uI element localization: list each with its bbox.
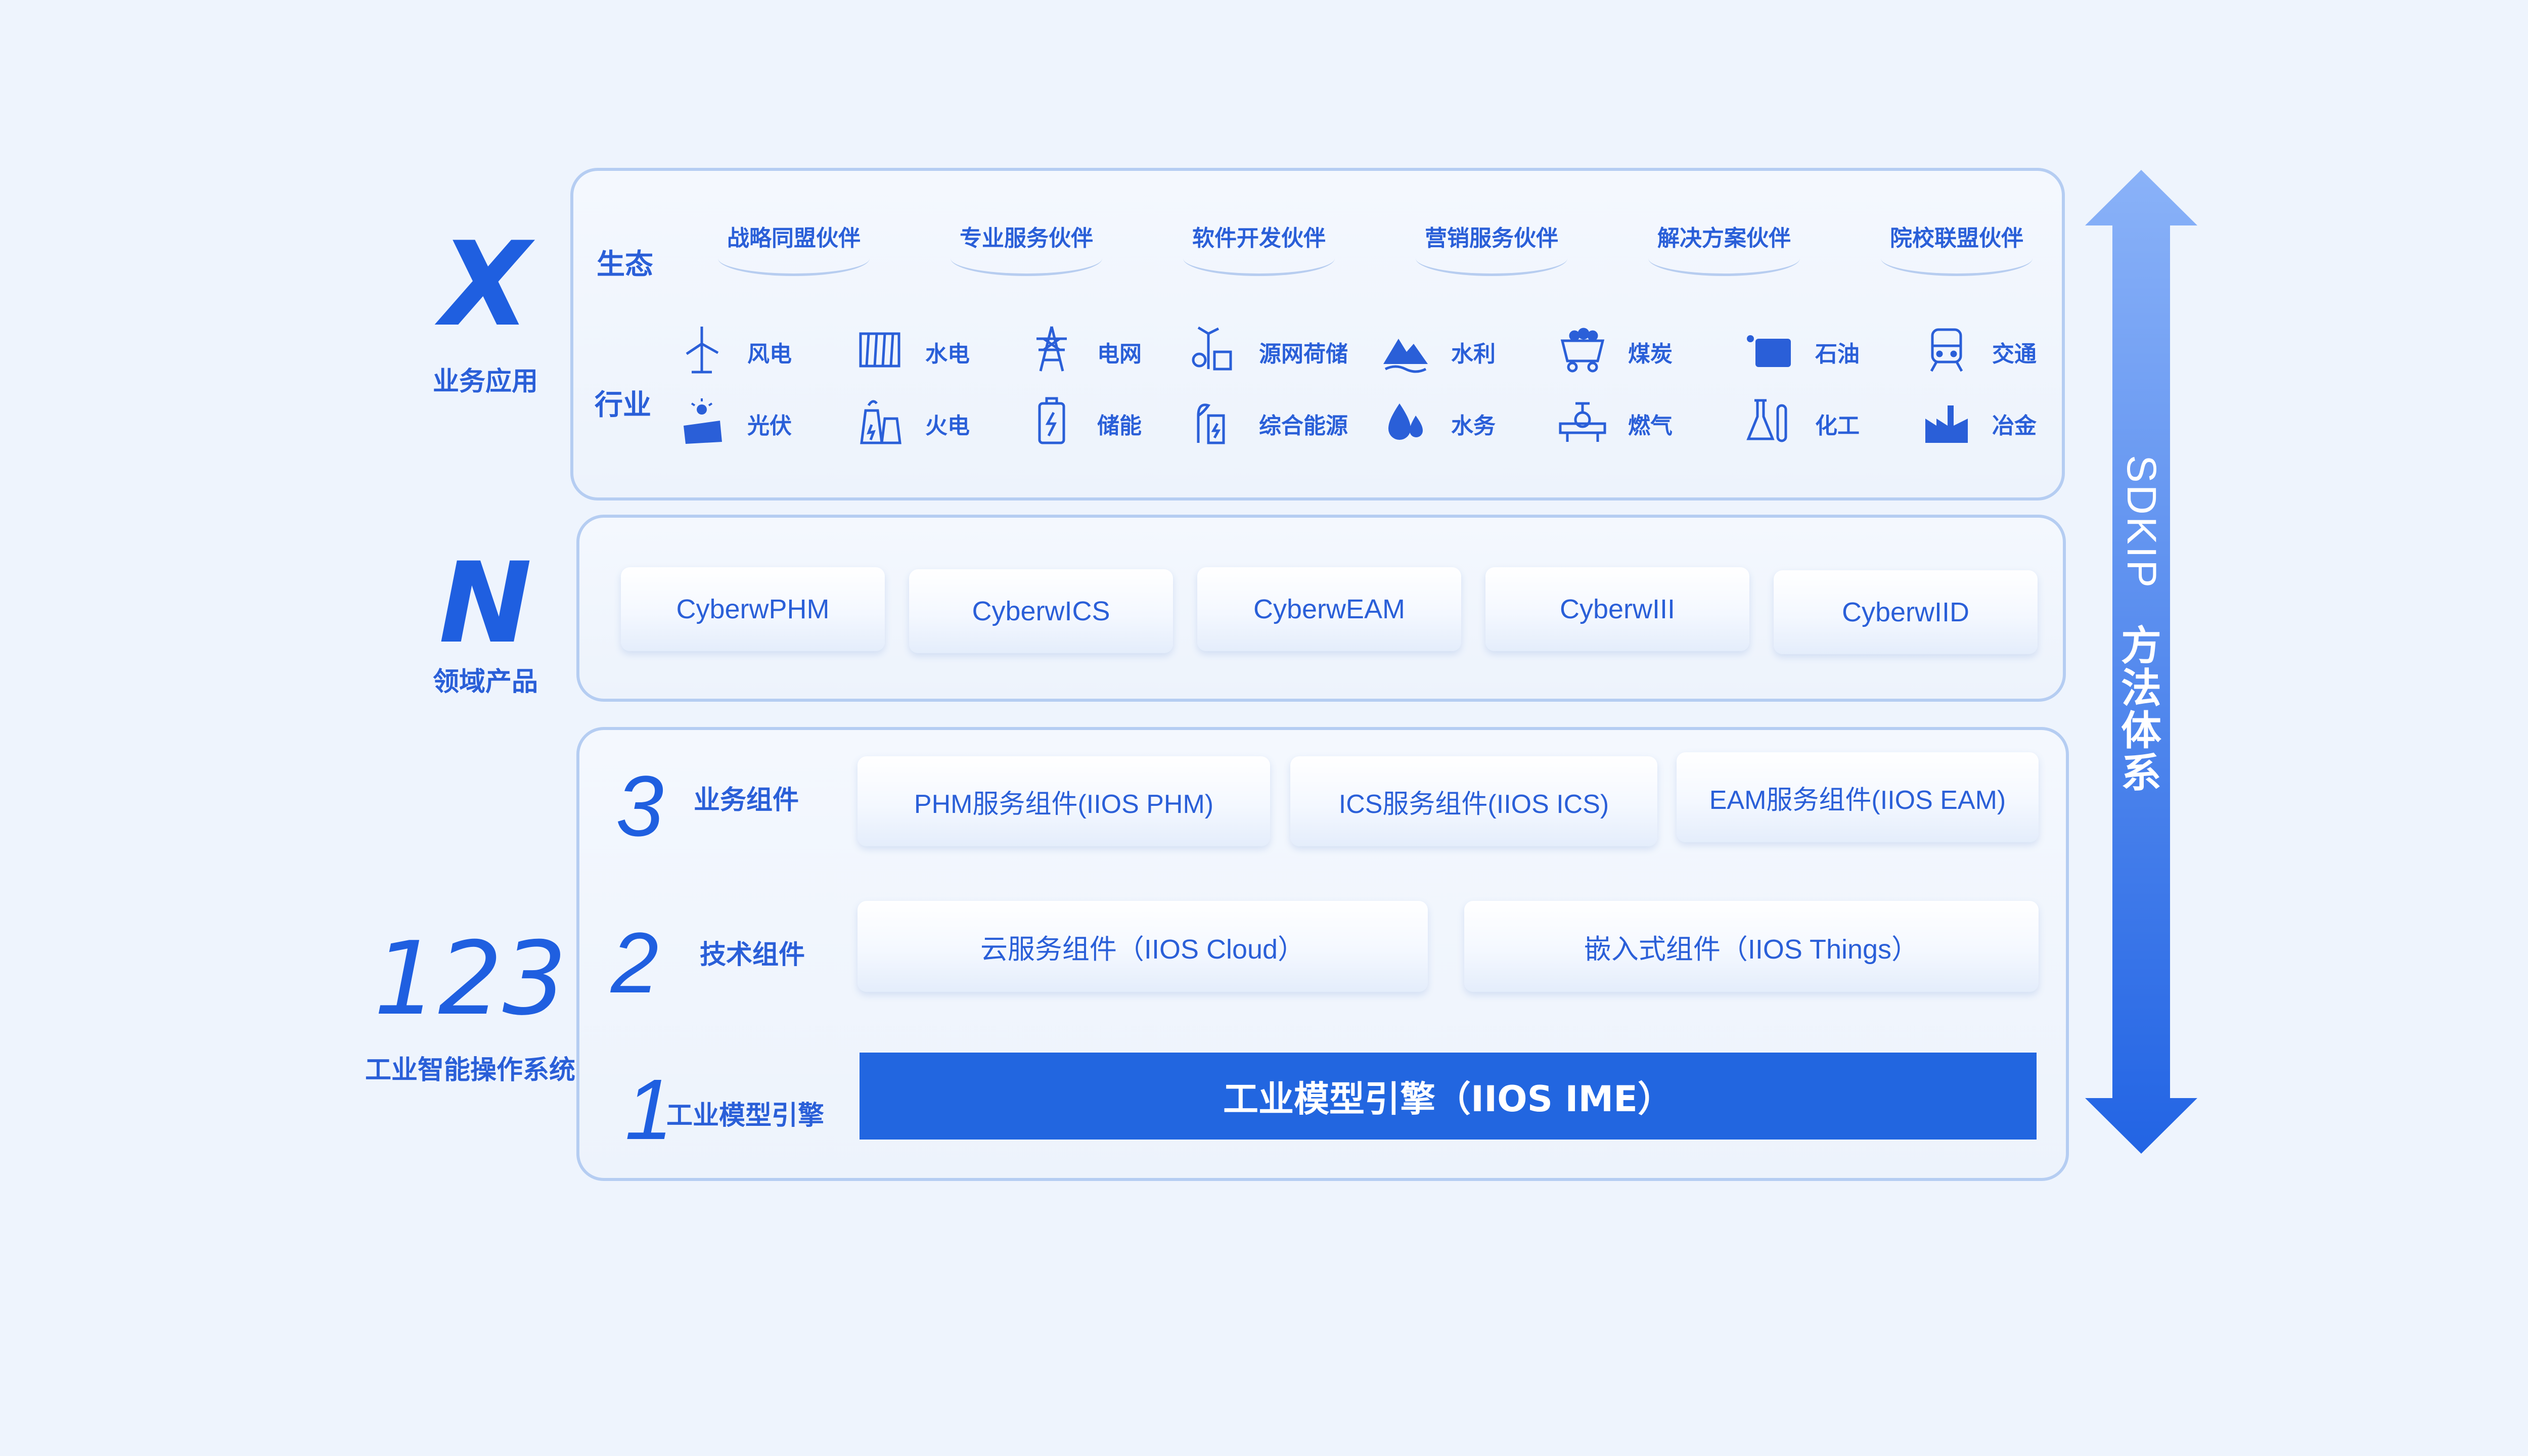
industry-label: 光伏 xyxy=(747,413,792,439)
train-icon xyxy=(1921,324,1972,374)
product-card[interactable]: CyberwIII xyxy=(1485,567,1749,651)
partner-arc xyxy=(951,241,1102,276)
layer3-label: 业务组件 xyxy=(694,785,799,815)
integrated-energy-icon xyxy=(1188,395,1239,446)
partner-arc xyxy=(718,241,870,276)
partner-item: 营销服务伙伴 xyxy=(1416,223,1567,279)
battery-icon xyxy=(1026,395,1077,446)
layer3-number: 3 xyxy=(616,758,664,854)
partner-item: 院校联盟伙伴 xyxy=(1881,223,2033,279)
industry-label: 煤炭 xyxy=(1628,341,1673,367)
method-char-4: 系 xyxy=(2121,750,2161,797)
ics-component-card[interactable]: ICS服务组件(IIOS ICS) xyxy=(1290,756,1657,846)
industry-label: 水电 xyxy=(925,341,970,367)
industry-label: 风电 xyxy=(747,341,792,367)
factory-icon xyxy=(1921,395,1972,446)
partner-item: 解决方案伙伴 xyxy=(1648,223,1800,279)
partner-arc xyxy=(1416,241,1567,276)
product-card[interactable]: CyberwICS xyxy=(909,569,1173,653)
x-label: 业务应用 xyxy=(432,367,538,397)
partner-item: 专业服务伙伴 xyxy=(951,223,1102,279)
product-card[interactable]: CyberwIID xyxy=(1774,570,2038,654)
industry-label: 化工 xyxy=(1815,413,1860,439)
oil-tank-icon xyxy=(1744,324,1795,374)
industry-title: 行业 xyxy=(595,389,651,422)
product-card[interactable]: CyberwEAM xyxy=(1197,567,1461,651)
wind-turbine-icon xyxy=(676,324,727,374)
thermal-plant-icon xyxy=(854,395,905,446)
industry-label: 综合能源 xyxy=(1259,413,1348,439)
hydro-dam-icon xyxy=(854,324,905,374)
coal-cart-icon xyxy=(1557,324,1608,374)
model-engine-bar[interactable]: 工业模型引擎（IIOS IME） xyxy=(860,1053,2037,1140)
power-tower-icon xyxy=(1026,324,1077,374)
partner-arc xyxy=(1183,241,1335,276)
layer1-number: 1 xyxy=(625,1062,673,1158)
partner-arc xyxy=(1648,241,1800,276)
phm-component-card[interactable]: PHM服务组件(IIOS PHM) xyxy=(857,756,1270,846)
x-letter: X xyxy=(440,217,530,352)
sdkip-text: SDKIP xyxy=(2118,455,2165,590)
method-char-1: 方 xyxy=(2121,622,2161,670)
things-component-card[interactable]: 嵌入式组件（IIOS Things） xyxy=(1464,901,2039,992)
n-label: 领域产品 xyxy=(432,667,538,697)
industry-label: 交通 xyxy=(1992,341,2037,367)
layer2-label: 技术组件 xyxy=(700,940,805,970)
partner-item: 战略同盟伙伴 xyxy=(718,223,870,279)
industry-label: 冶金 xyxy=(1992,413,2037,439)
water-conservancy-icon xyxy=(1380,324,1431,374)
gas-valve-icon xyxy=(1557,395,1608,446)
solar-panel-icon xyxy=(676,395,727,446)
n-letter: N xyxy=(438,538,532,668)
partner-item: 软件开发伙伴 xyxy=(1183,223,1335,279)
layer2-number: 2 xyxy=(611,915,659,1011)
eam-component-card[interactable]: EAM服务组件(IIOS EAM) xyxy=(1677,752,2039,842)
industry-label: 源网荷储 xyxy=(1259,341,1348,367)
method-char-3: 体 xyxy=(2121,707,2161,755)
business-app-panel xyxy=(570,168,2065,500)
industry-label: 石油 xyxy=(1815,341,1860,367)
product-card[interactable]: CyberwPHM xyxy=(621,567,885,651)
layer1-label: 工业模型引擎 xyxy=(666,1101,825,1131)
source-grid-storage-icon xyxy=(1188,324,1239,374)
industry-label: 储能 xyxy=(1097,413,1142,439)
industry-label: 水利 xyxy=(1451,341,1496,367)
water-drop-icon xyxy=(1380,395,1431,446)
partner-arc xyxy=(1881,241,2033,276)
method-char-2: 法 xyxy=(2121,665,2161,712)
industry-label: 燃气 xyxy=(1628,413,1673,439)
sdkip-method-label: SDKIP 方 法 体 系 xyxy=(2113,455,2169,795)
industry-label: 电网 xyxy=(1097,341,1142,367)
industry-label: 火电 xyxy=(925,413,970,439)
flask-icon xyxy=(1744,395,1795,446)
cloud-component-card[interactable]: 云服务组件（IIOS Cloud） xyxy=(857,901,1428,992)
os-label: 工业智能操作系统 xyxy=(365,1055,575,1085)
industry-label: 水务 xyxy=(1451,413,1496,439)
os-number: 123 xyxy=(374,920,567,1038)
ecosystem-title: 生态 xyxy=(597,248,653,281)
